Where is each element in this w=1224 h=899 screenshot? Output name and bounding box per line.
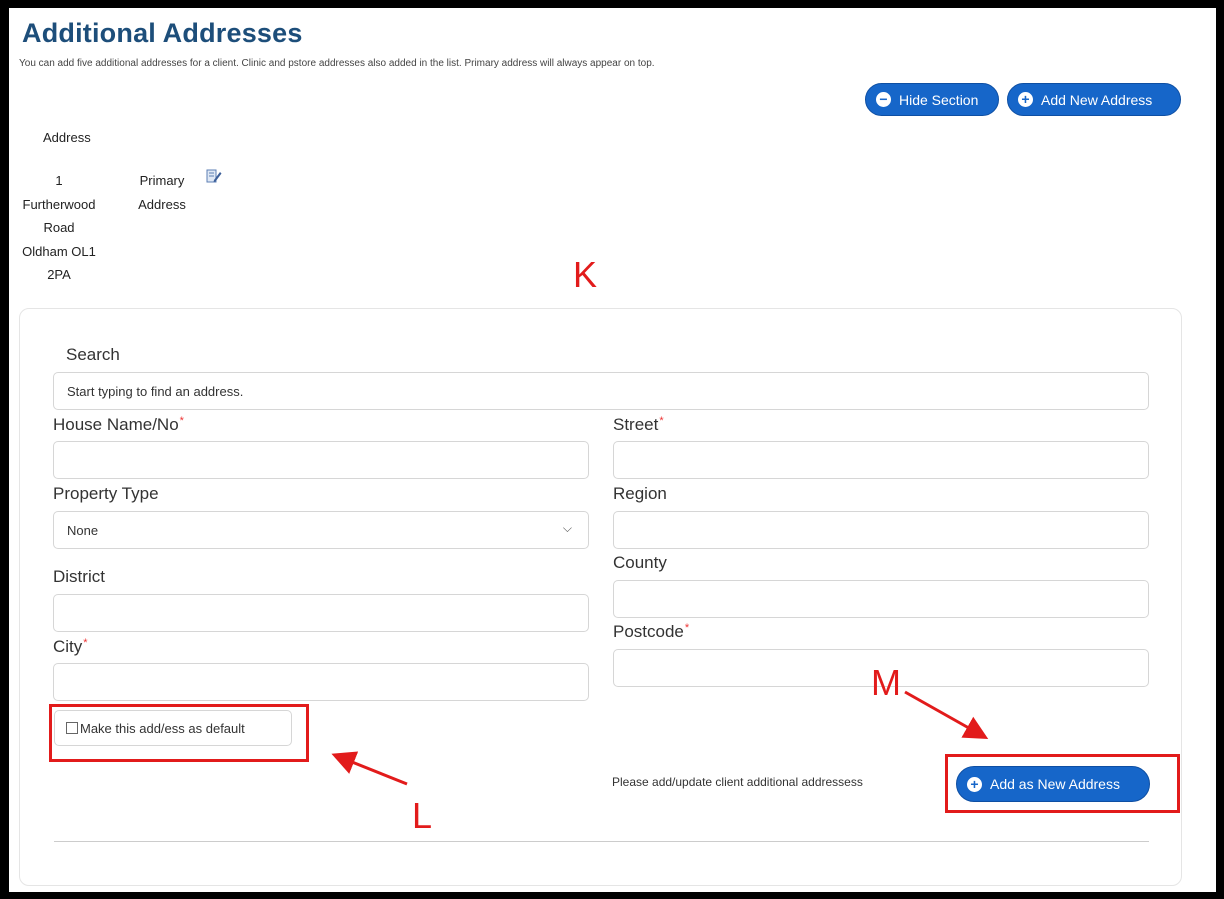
region-label: Region [613,484,667,503]
annotation-label-l: L [412,795,433,836]
annotation-box-l [49,704,309,762]
required-mark: * [684,622,690,634]
chevron-down-icon: ⌵ [562,521,572,535]
required-mark: * [83,637,88,649]
city-input[interactable] [53,663,589,701]
county-input[interactable] [613,580,1149,618]
page-title: Additional Addresses [22,18,303,48]
street-label: Street* [613,415,664,434]
app-window: Additional Addresses You can add five ad… [9,8,1216,892]
district-input[interactable] [53,594,589,632]
address-column-header: Address [43,130,91,145]
edit-icon[interactable] [206,168,222,184]
property-type-value: None [67,522,99,538]
address-cell: 1 Furtherwood Road Oldham OL1 2PA [22,173,96,282]
city-label: City* [53,637,88,656]
region-input[interactable] [613,511,1149,549]
minus-circle-icon: − [876,92,891,107]
required-mark: * [179,415,184,427]
annotation-box-m [945,754,1180,813]
house-name-label: House Name/No* [53,415,184,434]
form-divider [54,841,1149,842]
postcode-label: Postcode* [613,622,690,641]
house-name-input[interactable] [53,441,589,479]
property-type-select[interactable]: None ⌵ [53,511,589,549]
annotation-label-m: M [871,662,901,703]
form-note: Please add/update client additional addr… [612,775,863,789]
search-placeholder: Start typing to find an address. [67,383,244,399]
search-label: Search [66,345,120,364]
county-label: County [613,553,667,572]
district-label: District [53,567,105,586]
hide-section-label: Hide Section [899,91,979,108]
search-input[interactable]: Start typing to find an address. [53,372,1149,410]
address-type-cell: Primary Address [138,173,186,212]
property-type-label: Property Type [53,484,159,503]
plus-circle-icon: + [1018,92,1033,107]
add-new-address-label: Add New Address [1041,91,1153,108]
page-subtitle: You can add five additional addresses fo… [19,58,655,69]
hide-section-button[interactable]: − Hide Section [865,83,999,116]
street-input[interactable] [613,441,1149,479]
annotation-label-k: K [573,254,598,295]
required-mark: * [659,415,664,427]
add-new-address-button[interactable]: + Add New Address [1007,83,1181,116]
